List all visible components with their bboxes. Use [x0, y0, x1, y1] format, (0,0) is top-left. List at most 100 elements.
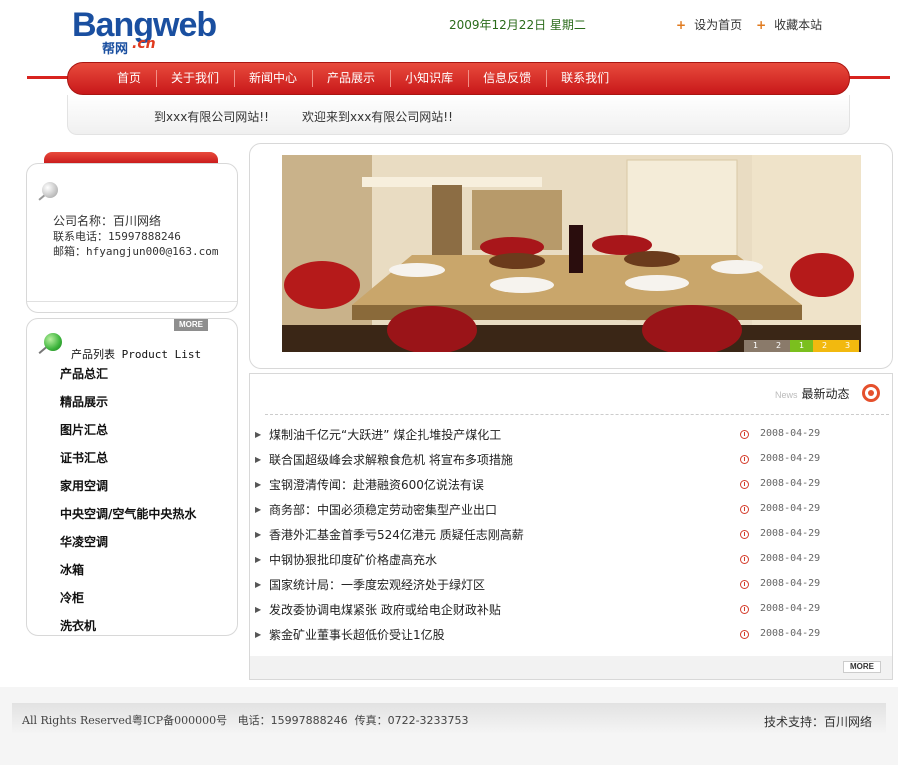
- plus-icon: +: [676, 18, 687, 32]
- clock-icon: [740, 530, 749, 539]
- company-email: 邮箱：hfyangjun000@163.com: [53, 245, 219, 258]
- product-category-item[interactable]: 家用空调: [60, 476, 230, 504]
- slide-dot[interactable]: 1: [744, 340, 767, 352]
- arrow-icon: ▶: [255, 530, 262, 539]
- news-more-button[interactable]: MORE: [843, 661, 881, 673]
- news-date: 2008-04-29: [760, 503, 821, 514]
- company-name: 公司名称：百川网络: [53, 214, 162, 228]
- product-category-item[interactable]: 中央空调/空气能中央热水: [60, 504, 230, 532]
- news-date: 2008-04-29: [760, 553, 821, 564]
- slide-dot[interactable]: 3: [836, 340, 859, 352]
- news-title[interactable]: 香港外汇基金首季亏524亿港元 质疑任志刚高薪: [269, 526, 739, 543]
- news-date: 2008-04-29: [760, 628, 821, 639]
- banner-image[interactable]: [282, 155, 861, 352]
- bookmark-link[interactable]: + 收藏本站: [756, 16, 822, 33]
- nav-item-news[interactable]: 新闻中心: [234, 62, 312, 95]
- product-category-item[interactable]: 产品总汇: [60, 364, 230, 392]
- news-heading: News 最新动态: [775, 387, 850, 401]
- arrow-icon: ▶: [255, 505, 262, 514]
- product-category-item[interactable]: 证书汇总: [60, 448, 230, 476]
- product-list-title: 产品列表 Product List: [71, 348, 202, 361]
- product-category-item[interactable]: 华凌空调: [60, 532, 230, 560]
- slide-dot[interactable]: 2: [767, 340, 790, 352]
- logo-domain: .cn: [132, 36, 156, 52]
- footer-fax: 传真：0722-3233753: [354, 714, 469, 727]
- tech-support[interactable]: 技术支持：百川网络: [764, 713, 872, 730]
- dining-room-illustration: [282, 155, 861, 352]
- news-date: 2008-04-29: [760, 478, 821, 489]
- main-nav: 首页 关于我们 新闻中心 产品展示 小知识库 信息反馈 联系我们: [67, 62, 850, 95]
- news-title[interactable]: 紫金矿业董事长超低价受让1亿股: [269, 626, 739, 643]
- news-item[interactable]: ▶ 国家统计局：一季度宏观经济处于绿灯区 2008-04-29: [255, 572, 875, 597]
- logo-text: Bangweb: [72, 6, 217, 44]
- marquee-text: 欢迎来到xxx有限公司网站!!: [302, 110, 453, 124]
- green-pushpin-icon: [36, 333, 64, 361]
- welcome-marquee: 到xxx有限公司网站!! 欢迎来到xxx有限公司网站!!: [67, 95, 850, 135]
- copyright: All Rights Reserved粤ICP备000000号 电话：15997…: [22, 712, 469, 728]
- news-date: 2008-04-29: [760, 528, 821, 539]
- news-ring-icon: [862, 384, 880, 402]
- copyright-text: All Rights Reserved粤ICP备000000号: [22, 714, 228, 727]
- news-date: 2008-04-29: [760, 603, 821, 614]
- arrow-icon: ▶: [255, 580, 262, 589]
- news-title[interactable]: 宝钢澄清传闻：赴港融资600亿说法有误: [269, 476, 739, 493]
- slide-dot[interactable]: 2: [813, 340, 836, 352]
- news-item[interactable]: ▶ 紫金矿业董事长超低价受让1亿股 2008-04-29: [255, 622, 875, 647]
- nav-item-contact[interactable]: 联系我们: [546, 62, 624, 95]
- footer-phone: 电话：15997888246: [237, 714, 348, 727]
- clock-icon: [740, 505, 749, 514]
- arrow-icon: ▶: [255, 480, 262, 489]
- news-title[interactable]: 商务部：中国必须稳定劳动密集型产业出口: [269, 501, 739, 518]
- news-item[interactable]: ▶ 商务部：中国必须稳定劳动密集型产业出口 2008-04-29: [255, 497, 875, 522]
- current-date: 2009年12月22日 星期二: [449, 18, 586, 32]
- news-item[interactable]: ▶ 中钢协狠批印度矿价格虚高充水 2008-04-29: [255, 547, 875, 572]
- slide-selector: 1 2 1 2 3: [744, 340, 859, 352]
- company-contact: 公司名称：百川网络 联系电话：15997888246 邮箱：hfyangjun0…: [53, 214, 218, 259]
- product-category-item[interactable]: 图片汇总: [60, 420, 230, 448]
- set-homepage-link[interactable]: + 设为首页: [676, 16, 742, 33]
- product-category-item[interactable]: 冰箱: [60, 560, 230, 588]
- divider: [265, 414, 889, 415]
- product-category-item[interactable]: 洗衣机: [60, 616, 230, 644]
- clock-icon: [740, 480, 749, 489]
- news-date: 2008-04-29: [760, 428, 821, 439]
- news-date: 2008-04-29: [760, 453, 821, 464]
- plus-icon: +: [756, 18, 767, 32]
- clock-icon: [740, 580, 749, 589]
- arrow-icon: ▶: [255, 630, 262, 639]
- arrow-icon: ▶: [255, 605, 262, 614]
- news-item[interactable]: ▶ 煤制油千亿元“大跃进” 煤企扎堆投产煤化工 2008-04-29: [255, 422, 875, 447]
- clock-icon: [740, 630, 749, 639]
- news-item[interactable]: ▶ 发改委协调电煤紧张 政府或给电企财政补贴 2008-04-29: [255, 597, 875, 622]
- product-category-item[interactable]: 冷柜: [60, 588, 230, 616]
- news-title[interactable]: 煤制油千亿元“大跃进” 煤企扎堆投产煤化工: [269, 426, 739, 443]
- news-title[interactable]: 联合国超级峰会求解粮食危机 将宣布多项措施: [269, 451, 739, 468]
- nav-item-about[interactable]: 关于我们: [156, 62, 234, 95]
- site-logo[interactable]: Bangweb 帮网 .cn: [72, 6, 244, 57]
- nav-item-products[interactable]: 产品展示: [312, 62, 390, 95]
- news-item[interactable]: ▶ 联合国超级峰会求解粮食危机 将宣布多项措施 2008-04-29: [255, 447, 875, 472]
- news-title[interactable]: 发改委协调电煤紧张 政府或给电企财政补贴: [269, 601, 739, 618]
- clock-icon: [740, 430, 749, 439]
- products-more-button[interactable]: MORE: [174, 319, 208, 331]
- nav-item-knowledge[interactable]: 小知识库: [390, 62, 468, 95]
- news-title[interactable]: 国家统计局：一季度宏观经济处于绿灯区: [269, 576, 739, 593]
- arrow-icon: ▶: [255, 430, 262, 439]
- company-phone: 联系电话：15997888246: [53, 230, 181, 243]
- slide-dot-active[interactable]: 1: [790, 340, 813, 352]
- nav-item-home[interactable]: 首页: [102, 62, 156, 95]
- logo-subtitle: 帮网: [102, 42, 129, 57]
- top-links: + 设为首页 + 收藏本站: [676, 16, 822, 33]
- news-footer: [250, 656, 892, 679]
- clock-icon: [740, 555, 749, 564]
- marquee-text: 到xxx有限公司网站!!: [154, 110, 269, 124]
- news-item[interactable]: ▶ 宝钢澄清传闻：赴港融资600亿说法有误 2008-04-29: [255, 472, 875, 497]
- news-title[interactable]: 中钢协狠批印度矿价格虚高充水: [269, 551, 739, 568]
- product-category-item[interactable]: 精品展示: [60, 392, 230, 420]
- news-list: ▶ 煤制油千亿元“大跃进” 煤企扎堆投产煤化工 2008-04-29 ▶ 联合国超级峰…: [255, 422, 875, 647]
- news-date: 2008-04-29: [760, 578, 821, 589]
- pushpin-icon: [36, 182, 60, 206]
- arrow-icon: ▶: [255, 555, 262, 564]
- news-item[interactable]: ▶ 香港外汇基金首季亏524亿港元 质疑任志刚高薪 2008-04-29: [255, 522, 875, 547]
- nav-item-feedback[interactable]: 信息反馈: [468, 62, 546, 95]
